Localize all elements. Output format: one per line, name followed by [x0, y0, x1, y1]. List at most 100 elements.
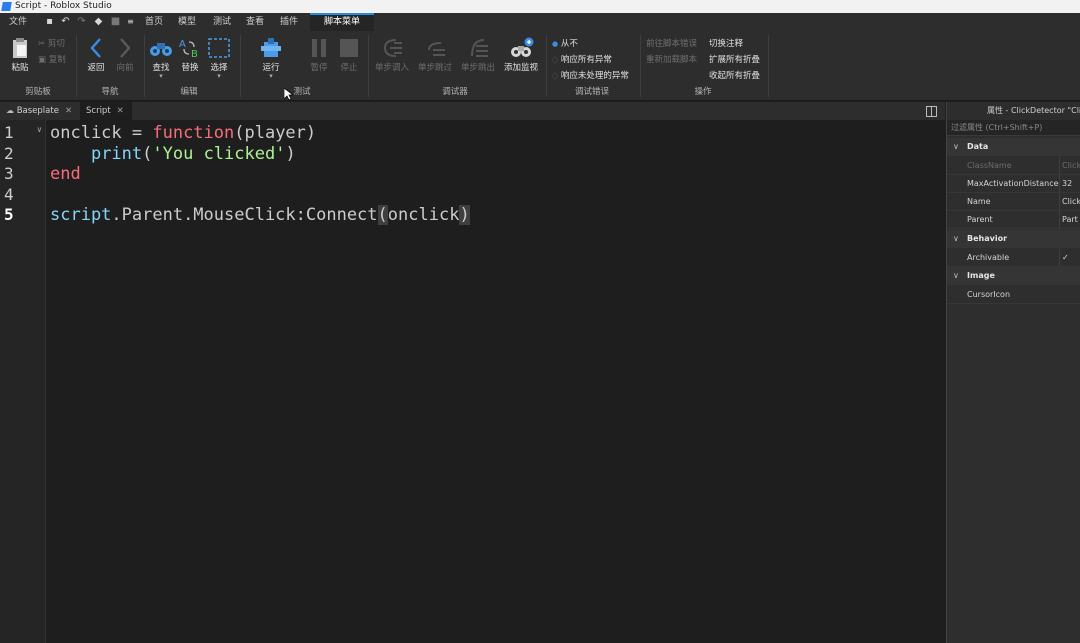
step-into-button[interactable]: 单步调入: [373, 37, 411, 73]
property-row-parent[interactable]: Parent Part: [947, 211, 1080, 229]
property-value[interactable]: ClickD: [1059, 193, 1080, 211]
close-icon[interactable]: ✕: [65, 106, 72, 116]
property-name: Parent: [967, 215, 993, 224]
copy-icon: ▣: [38, 55, 47, 65]
property-value[interactable]: 32: [1059, 175, 1080, 193]
step-into-label: 单步调入: [374, 63, 409, 73]
property-value[interactable]: Part: [1059, 211, 1080, 229]
split-view-icon[interactable]: [926, 106, 937, 117]
navigate-group-label: 导航: [101, 87, 119, 97]
redo-icon[interactable]: ↷: [76, 16, 87, 27]
fold-toggle-icon[interactable]: ∨: [37, 125, 42, 134]
pause-button[interactable]: 暂停: [306, 37, 332, 73]
reload-script-button[interactable]: 重新加载脚本: [646, 53, 697, 65]
customize-toolbar-icon[interactable]: ≡: [125, 16, 136, 27]
replace-label: 替换: [181, 63, 199, 73]
add-watch-button[interactable]: 添加监视: [502, 37, 540, 73]
category-image[interactable]: ∨ Image: [947, 267, 1080, 285]
select-button[interactable]: 选择 ▾: [205, 37, 233, 80]
code-token: .Parent.MouseClick:Connect: [111, 205, 378, 225]
debug-unhandled-label: 响应未处理的异常: [560, 71, 629, 81]
debug-all-option[interactable]: ○ 响应所有异常: [552, 53, 612, 65]
code-line-5: script.Parent.MouseClick:Connect(onclick…: [50, 205, 470, 226]
tab-home[interactable]: 首页: [145, 13, 163, 31]
archivable-checkbox[interactable]: ✓: [1059, 249, 1080, 267]
publish-icon[interactable]: ◆: [93, 16, 104, 27]
toggle-comment-button[interactable]: 切换注释: [709, 37, 743, 49]
svg-text:B: B: [191, 49, 198, 59]
divider: [76, 35, 77, 97]
tab-plugins[interactable]: 插件: [280, 13, 298, 31]
tab-baseplate[interactable]: ☁ Baseplate ✕: [0, 102, 78, 120]
property-row-archivable[interactable]: Archivable ✓: [947, 249, 1080, 267]
tab-test[interactable]: 测试: [213, 13, 231, 31]
run-dropdown-icon[interactable]: ▾: [256, 72, 286, 80]
radio-icon: ○: [552, 56, 559, 64]
cut-button[interactable]: ✂ 剪切: [38, 37, 65, 49]
goto-script-error-button[interactable]: 前往脚本错误: [646, 37, 697, 49]
code-builtin: print: [90, 144, 143, 164]
divider: [240, 35, 241, 97]
undo-icon[interactable]: ↶: [60, 16, 71, 27]
debug-errors-group-label: 调试错误: [574, 87, 609, 97]
code-line-3: end: [50, 164, 81, 185]
bracket-match: (: [377, 205, 388, 225]
stop-small-icon[interactable]: ■: [110, 16, 121, 27]
stop-label: 停止: [340, 63, 358, 73]
back-arrow-icon: [90, 38, 101, 58]
tab-model[interactable]: 模型: [178, 13, 196, 31]
debug-unhandled-option[interactable]: ○ 响应未处理的异常: [552, 69, 629, 81]
back-label: 返回: [87, 63, 105, 73]
mouse-cursor-icon: [284, 88, 293, 101]
paste-icon: [13, 38, 27, 58]
code-string: 'You clicked': [152, 144, 286, 164]
select-icon: [208, 38, 230, 58]
debugger-group-label: 调试器: [442, 87, 468, 97]
forward-label: 向前: [116, 63, 134, 73]
tab-script[interactable]: Script ✕: [80, 102, 132, 120]
category-data[interactable]: ∨ Data: [947, 138, 1080, 156]
replace-button[interactable]: AB 替换: [177, 37, 203, 73]
collapse-all-folds-button[interactable]: 收起所有折叠: [709, 69, 760, 81]
debug-never-option[interactable]: ● 从不: [552, 37, 578, 49]
copy-button[interactable]: ▣ 复制: [38, 53, 66, 65]
expand-all-folds-button[interactable]: 扩展所有折叠: [709, 53, 760, 65]
forward-button[interactable]: 向前: [113, 37, 137, 73]
step-out-label: 单步跳出: [460, 63, 495, 73]
debug-all-label: 响应所有异常: [560, 55, 612, 65]
property-name: Name: [967, 197, 991, 206]
add-watch-icon: [511, 37, 534, 57]
property-row-cursoricon[interactable]: CursorIcon: [947, 286, 1080, 304]
line-number: 2: [4, 144, 14, 163]
code-token: onclick =: [50, 123, 153, 143]
paste-button[interactable]: 粘贴: [7, 37, 33, 73]
bracket-match: ): [459, 205, 470, 225]
property-name: ClassName: [967, 161, 1012, 170]
code-editor[interactable]: 1 2 3 4 5 ∨ onclick = function(player) p…: [0, 120, 945, 643]
category-behavior[interactable]: ∨ Behavior: [947, 230, 1080, 248]
window-title: Script - Roblox Studio: [15, 1, 112, 11]
back-button[interactable]: 返回: [84, 37, 108, 73]
properties-filter-input[interactable]: 过滤属性 (Ctrl+Shift+P): [947, 120, 1080, 136]
tab-view[interactable]: 查看: [246, 13, 264, 31]
property-row-name[interactable]: Name ClickD: [947, 193, 1080, 211]
debug-never-label: 从不: [560, 39, 578, 49]
property-row-classname[interactable]: ClassName ClickD: [947, 157, 1080, 175]
radio-selected-icon: ●: [552, 40, 559, 48]
find-button[interactable]: 查找 ▾: [148, 37, 174, 80]
close-icon[interactable]: ✕: [117, 106, 124, 116]
select-dropdown-icon[interactable]: ▾: [205, 72, 233, 80]
property-row-maxactivationdistance[interactable]: MaxActivationDistance 32: [947, 175, 1080, 193]
code-token: ): [285, 144, 296, 164]
step-out-button[interactable]: 单步跳出: [459, 37, 497, 73]
stop-button[interactable]: 停止: [336, 37, 362, 73]
find-dropdown-icon[interactable]: ▾: [148, 72, 174, 80]
step-over-button[interactable]: 单步跳过: [416, 37, 454, 73]
paste-label: 粘贴: [11, 63, 29, 73]
code-line-1: onclick = function(player): [50, 123, 316, 144]
run-button[interactable]: 运行 ▾: [256, 37, 286, 80]
divider: [546, 35, 547, 97]
new-file-icon[interactable]: ▪: [44, 16, 55, 27]
tab-script-menu[interactable]: 脚本菜单: [310, 13, 374, 31]
file-menu[interactable]: 文件: [9, 13, 27, 31]
